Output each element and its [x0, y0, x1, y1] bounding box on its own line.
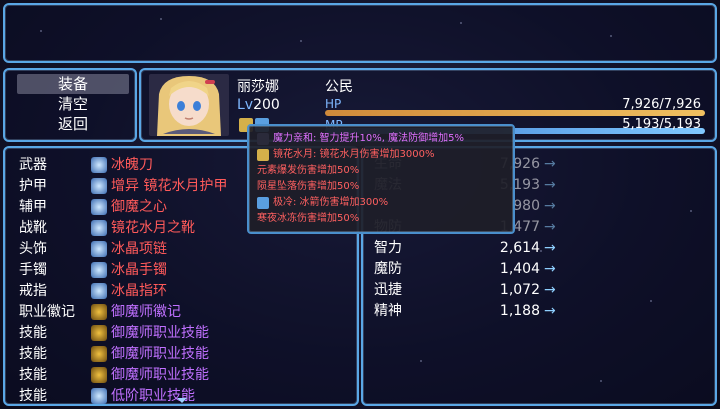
equip-slot-label: 技能 — [19, 367, 47, 383]
equip-slot-label: 头饰 — [19, 241, 47, 257]
stat-label: 迅捷 — [374, 282, 402, 298]
skill-tooltip: 魔力亲和: 智力提升10%, 魔法防御增加5% 镜花水月: 镜花水月伤害增加300… — [247, 124, 515, 234]
equip-item-name: 冰魄刀 — [111, 157, 153, 173]
stat-row: 智力 2,614 → — [374, 237, 574, 259]
command-equip[interactable]: 装备 — [17, 74, 129, 94]
tooltip-line: 魔力亲和: 智力提升10%, 魔法防御增加5% — [273, 133, 464, 144]
tooltip-skill-icon — [257, 197, 269, 209]
equip-slot-label: 武器 — [19, 157, 47, 173]
stat-value: 1,188 — [499, 303, 540, 319]
heart-icon — [91, 199, 107, 215]
stat-arrow: → — [544, 240, 556, 256]
skill-icon — [91, 367, 107, 383]
equip-slot-label: 战靴 — [19, 220, 47, 236]
level-prefix: Lv — [237, 97, 254, 113]
equip-slot-row[interactable]: 技能 低阶职业技能 — [19, 385, 359, 407]
equip-item-name: 御魔师职业技能 — [111, 367, 209, 383]
command-back[interactable]: 返回 — [17, 114, 129, 134]
equip-item-name: 镜花水月之靴 — [111, 220, 195, 236]
skill-icon — [91, 346, 107, 362]
equip-item-name: 御魔之心 — [111, 199, 167, 215]
bracelet-icon — [91, 262, 107, 278]
tooltip-line: 极冷: 冰箭伤害增加300% — [273, 197, 389, 208]
equip-item-name: 御魔师职业技能 — [111, 346, 209, 362]
equip-slot-row[interactable]: 戒指 冰晶指环 — [19, 280, 359, 302]
stat-arrow: → — [544, 177, 556, 193]
equip-slot-label: 护甲 — [19, 178, 47, 194]
level-value: 200 — [253, 97, 280, 113]
equip-item-name: 冰晶指环 — [111, 283, 167, 299]
stat-arrow: → — [544, 198, 556, 214]
equip-item-name: 冰晶项链 — [111, 241, 167, 257]
mp-value: 5,193/5,193 — [622, 117, 701, 132]
stat-row: 迅捷 1,072 → — [374, 279, 574, 301]
stat-arrow: → — [544, 261, 556, 277]
command-clear[interactable]: 清空 — [17, 94, 129, 114]
stat-value: 1,072 — [499, 282, 540, 298]
command-equip-label: 装备 — [57, 75, 88, 93]
command-back-label: 返回 — [57, 115, 88, 133]
hp-value: 7,926/7,926 — [622, 97, 701, 112]
equip-slot-row[interactable]: 手镯 冰晶手镯 — [19, 259, 359, 281]
boots-icon — [91, 220, 107, 236]
equip-slot-label: 辅甲 — [19, 199, 47, 215]
tooltip-skill-icon — [257, 149, 269, 161]
tooltip-line: 陨星坠落伤害增加50% — [257, 181, 360, 192]
tooltip-line: 镜花水月: 镜花水月伤害增加3000% — [273, 149, 435, 160]
actor-name: 丽莎娜 — [237, 79, 279, 95]
help-window — [3, 3, 717, 63]
equip-slot-row[interactable]: 头饰 冰晶项链 — [19, 238, 359, 260]
stat-label: 智力 — [374, 240, 402, 256]
equip-slot-row[interactable]: 职业徽记 御魔师徽记 — [19, 301, 359, 323]
stat-value: 1,404 — [499, 261, 540, 277]
tooltip-line: 寒夜冰冻伤害增加50% — [257, 213, 360, 224]
actor-portrait — [149, 74, 229, 136]
equip-item-name: 御魔师职业技能 — [111, 325, 209, 341]
equip-slot-row[interactable]: 技能 御魔师职业技能 — [19, 343, 359, 365]
equip-slot-label: 技能 — [19, 388, 47, 404]
actor-class: 公民 — [325, 79, 353, 95]
stat-arrow: → — [544, 156, 556, 172]
equip-slot-row[interactable]: 技能 御魔师职业技能 — [19, 364, 359, 386]
hp-label: HP — [325, 97, 342, 111]
equip-slot-label: 职业徽记 — [19, 304, 75, 320]
equip-item-name: 低阶职业技能 — [111, 388, 195, 404]
stat-arrow: → — [544, 303, 556, 319]
skill-orb-icon — [91, 388, 107, 404]
ice-blade-icon — [91, 157, 107, 173]
equip-slot-label: 戒指 — [19, 283, 47, 299]
tooltip-line: 元素爆发伤害增加50% — [257, 165, 360, 176]
stat-arrow: → — [544, 219, 556, 235]
emblem-icon — [91, 304, 107, 320]
necklace-icon — [91, 241, 107, 257]
equip-item-name: 御魔师徽记 — [111, 304, 181, 320]
equip-slot-label: 技能 — [19, 346, 47, 362]
armor-icon — [91, 178, 107, 194]
command-clear-label: 清空 — [57, 95, 88, 113]
stat-row: 魔防 1,404 → — [374, 258, 574, 280]
equip-item-name: 冰晶手镯 — [111, 262, 167, 278]
equip-slot-row[interactable]: 技能 御魔师职业技能 — [19, 322, 359, 344]
tooltip-skill-icon — [257, 133, 269, 145]
equip-item-name: 增异 镜花水月护甲 — [111, 178, 228, 194]
command-window: 装备 清空 返回 — [3, 68, 137, 142]
ring-icon — [91, 283, 107, 299]
stat-label: 魔防 — [374, 261, 402, 277]
scroll-down-arrow[interactable] — [177, 398, 187, 403]
stat-label: 精神 — [374, 303, 402, 319]
actor-level: Lv200 — [237, 97, 280, 113]
stat-row: 精神 1,188 → — [374, 300, 574, 322]
skill-icon — [91, 325, 107, 341]
stat-arrow: → — [544, 282, 556, 298]
equip-slot-label: 技能 — [19, 325, 47, 341]
equip-slot-label: 手镯 — [19, 262, 47, 278]
stat-value: 2,614 — [499, 240, 540, 256]
